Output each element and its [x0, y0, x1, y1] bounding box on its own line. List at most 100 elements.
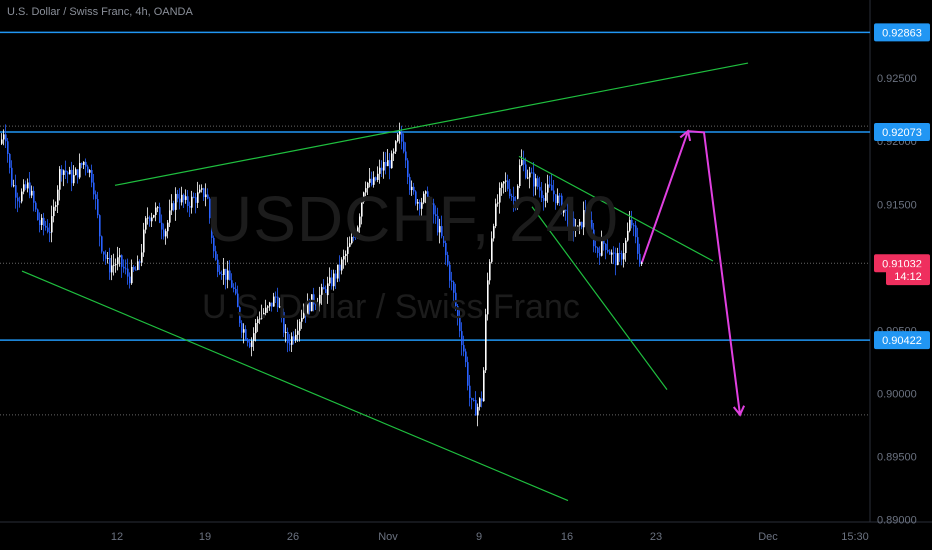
candle-body: [221, 274, 223, 276]
candle-body: [121, 255, 123, 267]
candle-body: [203, 188, 205, 198]
candle-body: [183, 194, 185, 200]
candle-body: [151, 217, 153, 222]
candle-body: [199, 189, 201, 193]
candle-body: [15, 185, 17, 198]
candle-body: [65, 170, 67, 173]
candle-body: [33, 190, 35, 203]
price-label-text: 0.92073: [882, 127, 922, 139]
candle-body: [217, 259, 219, 272]
candle-body: [401, 131, 403, 142]
candle-body: [157, 207, 159, 209]
candle-body: [219, 271, 221, 275]
candle-body: [67, 172, 69, 175]
projection-path: [641, 130, 741, 415]
candle-body: [27, 182, 29, 189]
time-tick-label: 15:30: [841, 531, 869, 543]
candle-body: [463, 345, 465, 352]
candle-body: [25, 184, 27, 189]
candle-body: [635, 225, 637, 238]
candle-body: [201, 188, 203, 190]
candle-body: [31, 190, 33, 196]
candle-body: [377, 173, 379, 180]
candle-body: [331, 277, 333, 287]
candle-body: [385, 161, 387, 167]
candle-body: [9, 153, 11, 168]
candle-body: [287, 332, 289, 344]
candle-body: [79, 163, 81, 178]
candle-body: [637, 237, 639, 254]
candle-body: [179, 198, 181, 203]
candle-body: [383, 161, 385, 171]
candle-body: [177, 193, 179, 199]
candle-body: [111, 265, 113, 273]
candle-body: [13, 185, 15, 187]
time-tick-label: 12: [111, 531, 123, 543]
candle-body: [187, 196, 189, 206]
candle-body: [479, 398, 481, 407]
candle-body: [117, 257, 119, 265]
candle-body: [449, 264, 451, 281]
candle-body: [137, 261, 139, 270]
candle-body: [113, 264, 115, 266]
time-tick-label: 23: [650, 531, 662, 543]
candle-body: [153, 215, 155, 218]
candle-body: [75, 169, 77, 176]
chart-window: 0.925000.920000.915000.910000.905000.900…: [0, 0, 932, 550]
candle-body: [159, 207, 161, 223]
price-chart[interactable]: 0.925000.920000.915000.910000.905000.900…: [0, 0, 932, 550]
candle-body: [391, 153, 393, 169]
candle-body: [149, 217, 151, 222]
candle-body: [395, 141, 397, 152]
candle-body: [39, 220, 41, 226]
candle-body: [529, 172, 531, 178]
time-tick-label: 26: [287, 531, 299, 543]
candle-body: [521, 160, 523, 166]
time-tick-label: Nov: [378, 531, 398, 543]
candle-body: [295, 334, 297, 341]
candle-body: [639, 253, 641, 265]
candle-body: [37, 209, 39, 221]
candle-body: [161, 222, 163, 230]
candle-body: [197, 192, 199, 203]
candle-body: [91, 170, 93, 183]
candle-body: [89, 170, 91, 173]
candle-body: [343, 256, 345, 260]
candle-body: [181, 194, 183, 203]
candle-body: [473, 399, 475, 401]
candle-body: [87, 166, 89, 173]
candle-body: [333, 273, 335, 287]
candle-body: [41, 217, 43, 226]
candle-body: [173, 203, 175, 210]
candle-body: [249, 342, 251, 347]
candle-body: [195, 197, 197, 203]
candle-body: [447, 255, 449, 265]
candle-body: [119, 255, 121, 258]
price-label-text: 14:12: [894, 271, 922, 283]
candle-body: [403, 141, 405, 152]
candle-body: [375, 177, 377, 180]
candle-body: [627, 230, 629, 241]
candle-body: [483, 370, 485, 402]
candle-body: [61, 169, 63, 175]
candle-body: [127, 268, 129, 277]
candle-body: [95, 194, 97, 200]
candle-body: [45, 225, 47, 228]
candle-body: [107, 258, 109, 260]
candle-body: [125, 268, 127, 270]
time-tick-label: 16: [561, 531, 573, 543]
candle-body: [341, 259, 343, 271]
candle-body: [285, 332, 287, 334]
candle-body: [193, 196, 195, 198]
time-tick-label: Dec: [758, 531, 778, 543]
candle-body: [133, 266, 135, 270]
candle-body: [71, 169, 73, 184]
candle-body: [145, 218, 147, 230]
candle-body: [291, 336, 293, 345]
candle-body: [245, 329, 247, 340]
price-tick-label: 0.89500: [877, 451, 917, 463]
candle-body: [1, 139, 3, 144]
candle-body: [85, 161, 87, 167]
candle-body: [35, 202, 37, 210]
candle-body: [625, 240, 627, 254]
